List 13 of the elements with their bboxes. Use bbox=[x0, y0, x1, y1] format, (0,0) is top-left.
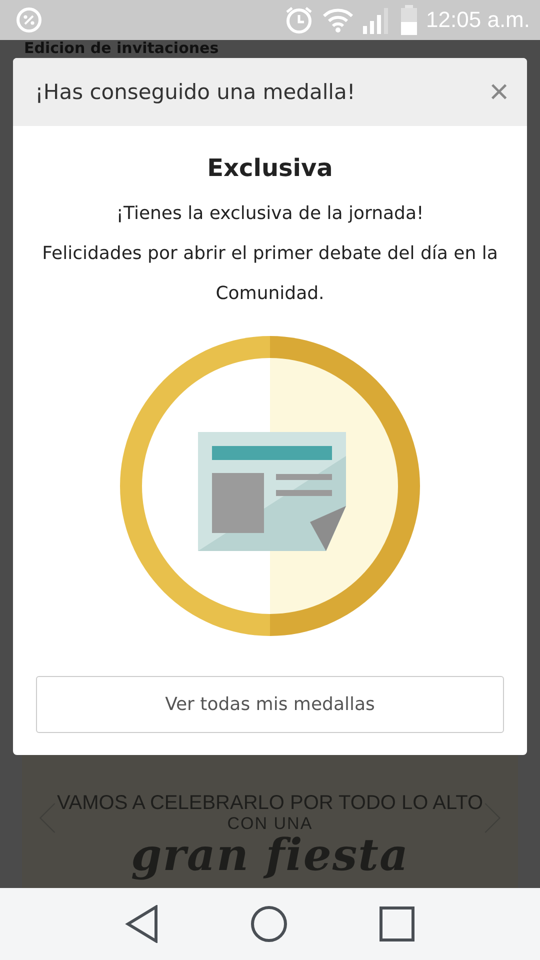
medal-message: Felicidades por abrir el primer debate del día en la Comunidad. bbox=[41, 242, 499, 306]
dialog-header-text: ¡Has conseguido una medalla! bbox=[35, 80, 356, 104]
view-all-medals-button[interactable]: Ver todas mis medallas bbox=[36, 676, 504, 733]
medal-title: Exclusiva bbox=[207, 154, 333, 182]
home-icon[interactable] bbox=[250, 905, 288, 943]
page-title: Edicion de invitaciones bbox=[24, 40, 220, 57]
percent-icon bbox=[16, 7, 42, 33]
wifi-icon bbox=[322, 7, 354, 33]
alarm-icon bbox=[284, 5, 314, 35]
battery-icon bbox=[400, 5, 418, 35]
back-icon[interactable] bbox=[125, 905, 160, 943]
medal-message: ¡Tienes la exclusiva de la jornada! bbox=[115, 202, 425, 226]
recent-apps-icon[interactable] bbox=[378, 906, 415, 942]
